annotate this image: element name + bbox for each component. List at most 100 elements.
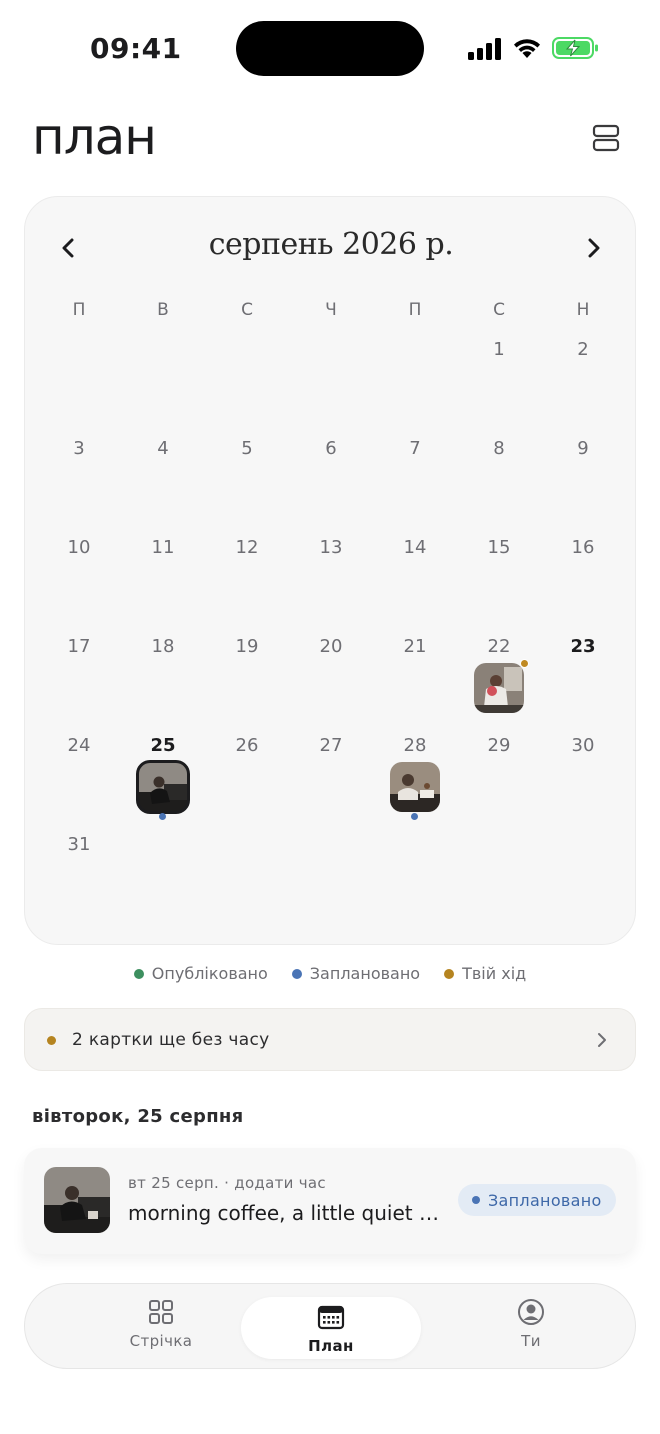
- grid-icon: [149, 1300, 173, 1324]
- legend-label: Твій хід: [462, 964, 527, 983]
- weekday-label: Н: [576, 300, 590, 320]
- day-number: 8: [493, 438, 505, 459]
- scheduled-dot: [159, 813, 166, 820]
- weekday-label: В: [157, 300, 169, 320]
- calendar-empty-cell: [205, 332, 289, 431]
- day-number: 22: [487, 636, 511, 657]
- legend-dot: [133, 968, 144, 979]
- calendar-day-31[interactable]: 31: [37, 827, 121, 926]
- legend-dot: [444, 968, 455, 979]
- status-time: 09:41: [90, 32, 182, 65]
- legend-label: Опубліковано: [151, 964, 268, 983]
- cellular-signal-icon: [468, 38, 501, 60]
- calendar-day-29[interactable]: 29: [457, 728, 541, 827]
- calendar-day-21[interactable]: 21: [373, 629, 457, 728]
- selected-day-heading: вівторок, 25 серпня: [32, 1106, 244, 1127]
- calendar-legend: Опубліковано Заплановано Твій хід: [0, 964, 660, 983]
- calendar-day-11[interactable]: 11: [121, 530, 205, 629]
- day-number: 19: [235, 636, 259, 657]
- calendar-day-24[interactable]: 24: [37, 728, 121, 827]
- day-number: 5: [241, 438, 253, 459]
- legend-dot: [291, 968, 302, 979]
- calendar-day-20[interactable]: 20: [289, 629, 373, 728]
- list-rows-icon[interactable]: [590, 122, 622, 154]
- day-number: 21: [403, 636, 427, 657]
- day-number: 17: [67, 636, 91, 657]
- untimed-status-dot: [47, 1036, 56, 1045]
- weekday-label: Ч: [325, 300, 337, 320]
- day-number: 24: [67, 735, 91, 756]
- calendar-day-12[interactable]: 12: [205, 530, 289, 629]
- calendar-day-23[interactable]: 23: [541, 629, 625, 728]
- post-card[interactable]: вт 25 серп. · додати час morning coffee,…: [24, 1148, 636, 1254]
- calendar-empty-cell: [289, 332, 373, 431]
- calendar-day-8[interactable]: 8: [457, 431, 541, 530]
- calendar-day-3[interactable]: 3: [37, 431, 121, 530]
- chevron-right-icon: [598, 1033, 606, 1047]
- day-number: 1: [493, 339, 505, 360]
- calendar-day-13[interactable]: 13: [289, 530, 373, 629]
- calendar-day-6[interactable]: 6: [289, 431, 373, 530]
- day-number: 4: [157, 438, 169, 459]
- day-number: 10: [67, 537, 91, 558]
- battery-charging-icon: [552, 37, 598, 59]
- day-number: 2: [577, 339, 589, 360]
- calendar-day-1[interactable]: 1: [457, 332, 541, 431]
- calendar-day-19[interactable]: 19: [205, 629, 289, 728]
- tab-plan[interactable]: План: [241, 1297, 421, 1359]
- day-number: 3: [73, 438, 85, 459]
- dynamic-island: [236, 21, 424, 76]
- untimed-cards-label: 2 картки ще без часу: [72, 1030, 270, 1050]
- calendar-day-25[interactable]: 25: [121, 728, 205, 827]
- calendar-day-30[interactable]: 30: [541, 728, 625, 827]
- day-number: 9: [577, 438, 589, 459]
- calendar-day-7[interactable]: 7: [373, 431, 457, 530]
- calendar-icon: [317, 1305, 345, 1330]
- calendar-day-2[interactable]: 2: [541, 332, 625, 431]
- calendar-day-4[interactable]: 4: [121, 431, 205, 530]
- calendar-day-10[interactable]: 10: [37, 530, 121, 629]
- untimed-cards-banner[interactable]: 2 картки ще без часу: [24, 1008, 636, 1071]
- your-turn-dot: [520, 659, 529, 668]
- day-post-thumbnail[interactable]: [474, 663, 524, 713]
- legend-item: Заплановано: [291, 964, 421, 983]
- calendar-day-27[interactable]: 27: [289, 728, 373, 827]
- tab-you-label: Ти: [521, 1332, 541, 1350]
- tab-bar: Стрічка План Ти: [24, 1283, 636, 1369]
- day-number: 6: [325, 438, 337, 459]
- weekday-label: П: [72, 300, 86, 320]
- day-number: 13: [319, 537, 343, 558]
- day-number: 18: [151, 636, 175, 657]
- calendar-day-16[interactable]: 16: [541, 530, 625, 629]
- calendar-day-22[interactable]: 22: [457, 629, 541, 728]
- next-month-button[interactable]: [577, 231, 611, 265]
- calendar-day-17[interactable]: 17: [37, 629, 121, 728]
- chevron-right-icon: [588, 238, 600, 258]
- calendar-day-grid: 1 2 3 4 5 6 7 8 9 10 11 12 13 14 15 16 17 18 19 20 21 22 23 24 2…: [37, 332, 625, 926]
- day-number: 16: [571, 537, 595, 558]
- status-badge: Заплановано: [458, 1184, 616, 1216]
- calendar-day-26[interactable]: 26: [205, 728, 289, 827]
- day-number: 14: [403, 537, 427, 558]
- day-number: 27: [319, 735, 343, 756]
- day-number: 23: [570, 636, 596, 657]
- calendar-day-18[interactable]: 18: [121, 629, 205, 728]
- day-post-thumbnail[interactable]: [136, 760, 190, 814]
- calendar-day-28[interactable]: 28: [373, 728, 457, 827]
- calendar-day-9[interactable]: 9: [541, 431, 625, 530]
- day-number: 20: [319, 636, 343, 657]
- day-number: 28: [403, 735, 427, 756]
- day-number: 12: [235, 537, 259, 558]
- status-bar: 09:41: [0, 0, 660, 96]
- day-post-thumbnail[interactable]: [390, 762, 440, 812]
- tab-feed[interactable]: Стрічка: [71, 1298, 251, 1360]
- calendar-empty-cell: [121, 332, 205, 431]
- calendar-day-5[interactable]: 5: [205, 431, 289, 530]
- calendar-card: серпень 2026 р. ПВСЧПСН 1 2 3 4 5 6 7 8 9 10 11 12 1…: [24, 196, 636, 945]
- weekday-header-row: ПВСЧПСН: [37, 300, 625, 320]
- legend-label: Заплановано: [309, 964, 421, 983]
- weekday-label: С: [493, 300, 505, 320]
- calendar-day-14[interactable]: 14: [373, 530, 457, 629]
- calendar-day-15[interactable]: 15: [457, 530, 541, 629]
- tab-you[interactable]: Ти: [441, 1298, 621, 1360]
